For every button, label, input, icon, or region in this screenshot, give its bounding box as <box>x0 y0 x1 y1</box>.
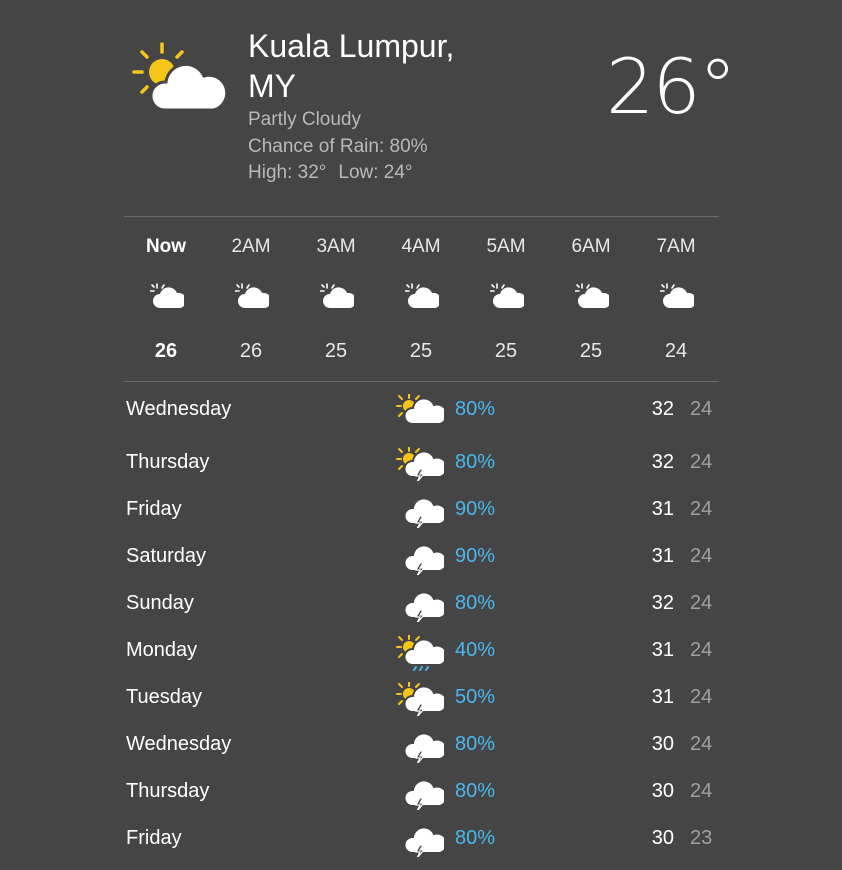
partly-cloudy-night-icon <box>659 282 697 312</box>
hour-temp: 26 <box>154 340 178 362</box>
hour-temp: 25 <box>409 340 433 362</box>
low-temp: 24 <box>690 733 713 755</box>
rain-percent: 40% <box>455 639 496 661</box>
daily-row: Friday 80% 30 23 <box>124 819 719 859</box>
hour-label: 7AM <box>656 236 696 257</box>
day-name: Wednesday <box>126 398 232 420</box>
partly-cloudy-day-icon <box>396 393 448 428</box>
thunderstorm-icon <box>396 823 448 859</box>
sun-rain-icon <box>396 634 448 671</box>
hour-temp: 25 <box>324 340 348 362</box>
rain-percent: 80% <box>455 733 496 755</box>
low-temp-text: Low: 24° <box>338 162 413 183</box>
low-temp: 24 <box>690 592 713 614</box>
high-temp: 30 <box>651 733 674 755</box>
partly-cloudy-night-icon <box>234 282 272 312</box>
high-temp-text: High: 32° <box>248 162 327 183</box>
daily-row: Wednesday 80% 30 24 <box>124 725 719 765</box>
low-temp: 24 <box>690 498 713 520</box>
low-temp: 24 <box>690 451 713 473</box>
high-low: High: 32° Low: 24° <box>248 161 413 185</box>
rain-percent: 80% <box>455 827 496 849</box>
hour-label: 4AM <box>401 236 441 257</box>
hour-temp: 25 <box>494 340 518 362</box>
hour-label: 6AM <box>571 236 611 257</box>
day-name: Saturday <box>126 545 207 567</box>
rain-percent: 80% <box>455 451 496 473</box>
day-name: Thursday <box>126 780 210 802</box>
hour-label: 3AM <box>316 236 356 257</box>
rain-percent: 90% <box>455 498 496 520</box>
high-temp: 31 <box>651 498 674 520</box>
day-name: Wednesday <box>126 733 232 755</box>
thunderstorm-icon <box>396 541 448 577</box>
high-temp: 31 <box>651 686 674 708</box>
partly-cloudy-night-icon <box>574 282 612 312</box>
daily-row: Sunday 80% 32 24 <box>124 584 719 624</box>
hour-temp: 24 <box>664 340 688 362</box>
location-city: Kuala Lumpur, <box>248 28 455 64</box>
hourly-forecast: Now 26 2AM 26 3AM 25 4AM 25 5AM 25 6AM 2… <box>124 230 719 370</box>
hour-label: 2AM <box>231 236 271 257</box>
high-temp: 31 <box>651 545 674 567</box>
hour-label: 5AM <box>486 236 526 257</box>
divider <box>124 216 719 217</box>
low-temp: 24 <box>690 545 713 567</box>
daily-row: Friday 90% 31 24 <box>124 490 719 530</box>
daily-row: Wednesday 80% 32 24 <box>124 390 719 430</box>
thunderstorm-icon <box>396 494 448 530</box>
high-temp: 31 <box>651 639 674 661</box>
daily-row: Tuesday 50% 31 24 <box>124 678 719 718</box>
thunderstorm-icon <box>396 776 448 812</box>
day-name: Thursday <box>126 451 210 473</box>
low-temp: 24 <box>690 639 713 661</box>
current-temperature: 26° <box>606 42 737 131</box>
current-condition: Partly Cloudy <box>248 109 361 130</box>
rain-percent: 50% <box>455 686 496 708</box>
weather-widget: Kuala Lumpur, MY Partly Cloudy Chance of… <box>0 0 842 870</box>
day-name: Tuesday <box>126 686 202 708</box>
high-temp: 30 <box>651 780 674 802</box>
rain-percent: 80% <box>455 780 496 802</box>
partly-cloudy-night-icon <box>489 282 527 312</box>
day-name: Friday <box>126 827 182 849</box>
daily-row: Monday 40% 31 24 <box>124 631 719 671</box>
rain-chance: Chance of Rain: 80% <box>248 136 428 157</box>
high-temp: 30 <box>651 827 674 849</box>
low-temp: 24 <box>690 780 713 802</box>
daily-row: Thursday 80% 30 24 <box>124 772 719 812</box>
sun-thunderstorm-icon <box>396 446 448 483</box>
low-temp: 24 <box>690 686 713 708</box>
rain-percent: 80% <box>455 398 496 420</box>
rain-percent: 90% <box>455 545 496 567</box>
low-temp: 24 <box>690 398 713 420</box>
sun-thunderstorm-icon <box>396 681 448 718</box>
partly-cloudy-day-icon <box>132 42 226 112</box>
location-country: MY <box>248 68 296 104</box>
high-temp: 32 <box>651 592 674 614</box>
hour-temp: 26 <box>239 340 263 362</box>
partly-cloudy-night-icon <box>149 282 187 312</box>
partly-cloudy-night-icon <box>404 282 442 312</box>
thunderstorm-icon <box>396 729 448 765</box>
thunderstorm-icon <box>396 588 448 624</box>
daily-row: Thursday 80% 32 24 <box>124 443 719 483</box>
hour-temp: 25 <box>579 340 603 362</box>
day-name: Friday <box>126 498 182 520</box>
day-name: Sunday <box>126 592 194 614</box>
low-temp: 23 <box>690 827 713 849</box>
divider <box>124 381 719 382</box>
hour-label: Now <box>145 236 187 257</box>
partly-cloudy-night-icon <box>319 282 357 312</box>
daily-row: Saturday 90% 31 24 <box>124 537 719 577</box>
rain-percent: 80% <box>455 592 496 614</box>
high-temp: 32 <box>651 451 674 473</box>
high-temp: 32 <box>651 398 674 420</box>
day-name: Monday <box>126 639 198 661</box>
